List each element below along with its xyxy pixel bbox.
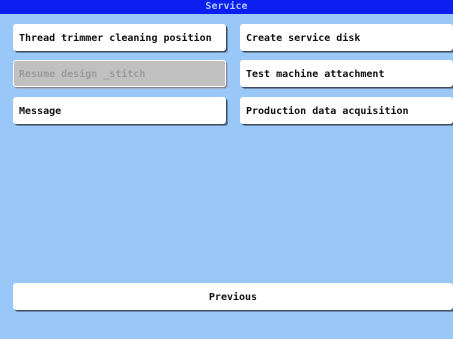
previous-button[interactable]: Previous — [13, 283, 453, 310]
title-bar: Service — [0, 0, 453, 14]
test-machine-attachment-button[interactable]: Test machine attachment — [240, 60, 453, 87]
service-screen: Service Thread trimmer cleaning position… — [0, 0, 453, 339]
production-data-acquisition-button[interactable]: Production data acquisition — [240, 97, 453, 124]
resume-design-stitch-button: Resume design _stitch — [13, 60, 226, 87]
create-service-disk-button[interactable]: Create service disk — [240, 24, 453, 51]
message-button[interactable]: Message — [13, 97, 226, 124]
window-title: Service — [205, 1, 248, 12]
thread-trimmer-cleaning-position-button[interactable]: Thread trimmer cleaning position — [13, 24, 226, 51]
